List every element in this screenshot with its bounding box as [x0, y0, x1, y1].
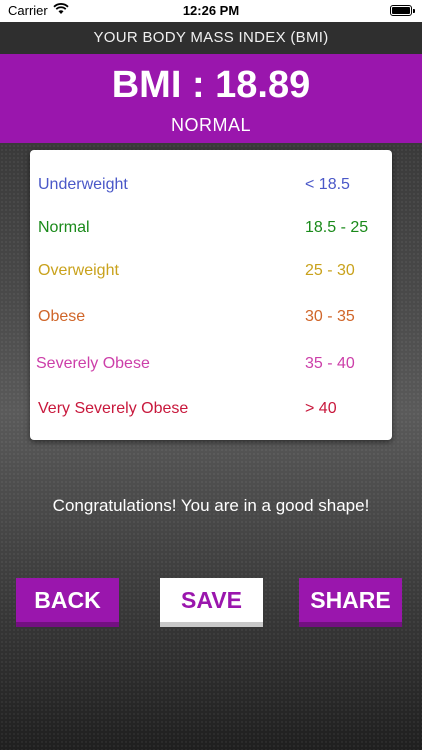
result-message: Congratulations! You are in a good shape…	[52, 496, 370, 515]
bmi-category-table: Underweight < 18.5 Normal 18.5 - 25 Over…	[30, 150, 392, 440]
category-range: 18.5 - 25	[305, 219, 369, 236]
battery-icon	[390, 5, 415, 16]
bmi-category: NORMAL	[170, 115, 251, 135]
share-button[interactable]: SHARE	[299, 578, 402, 627]
category-range: 30 - 35	[305, 308, 355, 325]
category-range: > 40	[305, 400, 337, 417]
category-range: 35 - 40	[305, 355, 355, 372]
category-label: Very Severely Obese	[38, 400, 189, 417]
bmi-result-banner: BMI : 18.89 NORMAL	[0, 54, 422, 143]
status-bar: Carrier 12:26 PM	[0, 0, 422, 22]
category-label: Underweight	[38, 176, 128, 193]
back-button[interactable]: BACK	[16, 578, 119, 627]
page-title: YOUR BODY MASS INDEX (BMI)	[0, 22, 422, 54]
bmi-value: BMI : 18.89	[111, 64, 311, 106]
clock: 12:26 PM	[182, 3, 240, 18]
category-range: < 18.5	[305, 176, 350, 193]
category-label: Normal	[38, 219, 90, 236]
category-label: Severely Obese	[36, 355, 150, 372]
category-label: Obese	[38, 308, 86, 325]
category-label: Overweight	[38, 262, 119, 279]
save-button[interactable]: SAVE	[160, 578, 263, 627]
category-range: 25 - 30	[305, 262, 355, 279]
